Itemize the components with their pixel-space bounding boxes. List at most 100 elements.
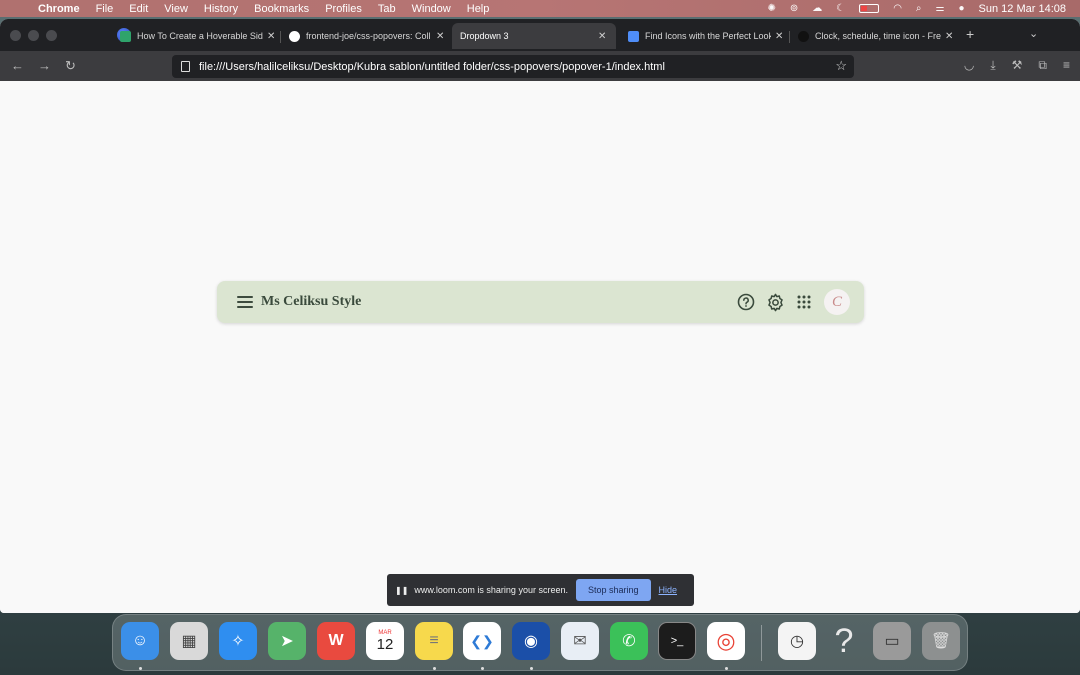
address-bar[interactable]: file:///Users/halilceliksu/Desktop/Kubra… <box>172 55 854 78</box>
flag-icon <box>628 30 639 42</box>
whatsapp-icon[interactable]: ✆ <box>610 622 648 660</box>
mail-icon[interactable]: ✉ <box>561 622 599 660</box>
menu-window[interactable]: Window <box>412 3 451 15</box>
calendar-icon[interactable]: MAR 12 <box>366 622 404 660</box>
tab-title: Find Icons with the Perfect Look <box>645 31 771 41</box>
back-arrow-icon[interactable]: ← <box>11 58 24 73</box>
tab-dropdown-3[interactable]: Dropdown 3 ✕ <box>452 23 616 49</box>
spotlight-search-icon[interactable]: ⌕ <box>916 3 922 14</box>
battery-icon[interactable] <box>859 4 880 13</box>
cloud-icon[interactable]: ☁ <box>812 3 822 14</box>
app-navbar: Ms Celiksu Style C <box>217 281 864 323</box>
tab-title: frontend-joe/css-popovers: Coll <box>306 31 431 41</box>
hide-sharing-bar-link[interactable]: Hide <box>659 585 678 595</box>
finder-icon[interactable]: ☺ <box>121 622 159 660</box>
page-content: Ms Celiksu Style C <box>0 81 1080 613</box>
disk-icon[interactable]: ▭ <box>873 622 911 660</box>
dark-circle-icon <box>798 30 809 42</box>
creative-cloud-icon[interactable]: ✺ <box>767 3 775 14</box>
menu-app-name[interactable]: Chrome <box>38 3 80 15</box>
tab-title: Clock, schedule, time icon - Free <box>815 31 941 41</box>
tab-search-chevron-icon[interactable]: ⌄ <box>1029 27 1038 40</box>
navbar-actions: C <box>727 289 850 315</box>
running-indicator <box>530 667 533 670</box>
github-icon <box>289 30 300 42</box>
menu-bookmarks[interactable]: Bookmarks <box>254 3 309 15</box>
maps-icon[interactable]: ➤ <box>268 622 306 660</box>
new-tab-button[interactable]: + <box>966 26 974 42</box>
vpn-icon[interactable]: ⊚ <box>790 3 798 14</box>
menu-help[interactable]: Help <box>467 3 490 15</box>
pocket-icon[interactable]: ◡ <box>964 58 974 73</box>
reload-icon[interactable]: ↻ <box>65 58 76 74</box>
browser-window: How To Create a Hoverable Side ✕ fronten… <box>0 19 1080 613</box>
menubar-status-area: ✺ ⊚ ☁ ☾ ◠ ⌕ ⚌ ● Sun 12 Mar 14:08 <box>753 0 1066 17</box>
macos-menubar: Chrome File Edit View History Bookmarks … <box>0 0 1080 17</box>
close-tab-icon[interactable]: ✕ <box>267 31 275 42</box>
menu-history[interactable]: History <box>204 3 238 15</box>
file-clock-icon[interactable]: ◷ <box>778 622 816 660</box>
screen-sharing-bar: ❚❚ www.loom.com is sharing your screen. … <box>387 574 694 606</box>
brand-title: Ms Celiksu Style <box>261 294 362 309</box>
tab-title: How To Create a Hoverable Side <box>137 31 263 41</box>
terminal-icon[interactable]: >_ <box>658 622 696 660</box>
running-indicator <box>433 667 436 670</box>
forward-arrow-icon[interactable]: → <box>38 58 51 73</box>
notes-icon[interactable]: ≡ <box>415 622 453 660</box>
wifi-icon[interactable]: ◠ <box>893 3 902 14</box>
help-circle-icon[interactable] <box>736 292 756 312</box>
wps-office-icon[interactable]: W <box>317 622 355 660</box>
tab-strip: How To Create a Hoverable Side ✕ fronten… <box>0 19 1080 51</box>
wrench-icon[interactable]: ⚒ <box>1012 58 1023 73</box>
menu-tab[interactable]: Tab <box>378 3 396 15</box>
extensions-icon[interactable]: ⧉ <box>1038 58 1047 73</box>
menu-file[interactable]: File <box>96 3 114 15</box>
close-tab-icon[interactable]: ✕ <box>436 31 444 42</box>
calendar-day: 12 <box>376 635 394 653</box>
tab-css-popovers-repo[interactable]: frontend-joe/css-popovers: Coll ✕ <box>281 23 452 49</box>
close-tab-icon[interactable]: ✕ <box>945 31 953 42</box>
close-window-button[interactable] <box>10 29 21 41</box>
file-icon <box>181 61 190 72</box>
safari-icon[interactable]: ✧ <box>219 622 257 660</box>
hamburger-menu-icon[interactable] <box>237 296 253 308</box>
sharing-message: www.loom.com is sharing your screen. <box>414 585 568 595</box>
menu-profiles[interactable]: Profiles <box>325 3 362 15</box>
menubar-clock[interactable]: Sun 12 Mar 14:08 <box>979 3 1066 15</box>
toolbar-actions: ◡ ⤓ ⚒ ⧉ ≡ <box>964 58 1070 73</box>
window-controls <box>10 29 57 41</box>
control-center-icon[interactable]: ⚌ <box>936 3 945 14</box>
settings-gear-icon[interactable] <box>765 292 785 312</box>
zoom-window-button[interactable] <box>46 29 57 41</box>
tab-find-icons[interactable]: Find Icons with the Perfect Look ✕ <box>620 23 791 49</box>
browser-toolbar: ← → ↻ file:///Users/halilceliksu/Desktop… <box>0 51 1080 81</box>
avatar[interactable]: C <box>824 289 850 315</box>
running-indicator <box>139 667 142 670</box>
chrome-icon[interactable]: ◎ <box>707 622 745 660</box>
tab-clock-icon[interactable]: Clock, schedule, time icon - Free ✕ <box>790 23 961 49</box>
running-indicator <box>481 667 484 670</box>
close-tab-icon[interactable]: ✕ <box>775 31 783 42</box>
siri-icon[interactable]: ● <box>959 3 965 14</box>
stop-sharing-button[interactable]: Stop sharing <box>575 579 651 601</box>
moon-icon[interactable]: ☾ <box>836 3 845 14</box>
close-tab-icon[interactable]: ✕ <box>598 31 606 42</box>
menu-edit[interactable]: Edit <box>129 3 148 15</box>
download-icon[interactable]: ⤓ <box>990 58 995 73</box>
pause-icon: ❚❚ <box>395 585 409 595</box>
firefox-developer-icon[interactable]: ◉ <box>512 622 550 660</box>
launchpad-icon[interactable]: ▦ <box>170 622 208 660</box>
trash-icon[interactable]: 🗑 <box>922 622 960 660</box>
address-url[interactable]: file:///Users/halilceliksu/Desktop/Kubra… <box>199 61 665 73</box>
apps-grid-icon[interactable] <box>794 292 814 312</box>
minimize-window-button[interactable] <box>28 29 39 41</box>
question-mark-icon[interactable]: ? <box>825 622 863 660</box>
bookmark-star-icon[interactable]: ☆ <box>835 58 847 74</box>
tab-title: Dropdown 3 <box>460 31 509 41</box>
menu-icon[interactable]: ≡ <box>1063 58 1070 73</box>
tab-hoverable-sidebar[interactable]: How To Create a Hoverable Side ✕ <box>112 23 283 49</box>
w-logo-icon <box>120 30 131 42</box>
menu-view[interactable]: View <box>164 3 188 15</box>
dock-divider <box>761 625 762 661</box>
vscode-icon[interactable]: ❮❯ <box>463 622 501 660</box>
